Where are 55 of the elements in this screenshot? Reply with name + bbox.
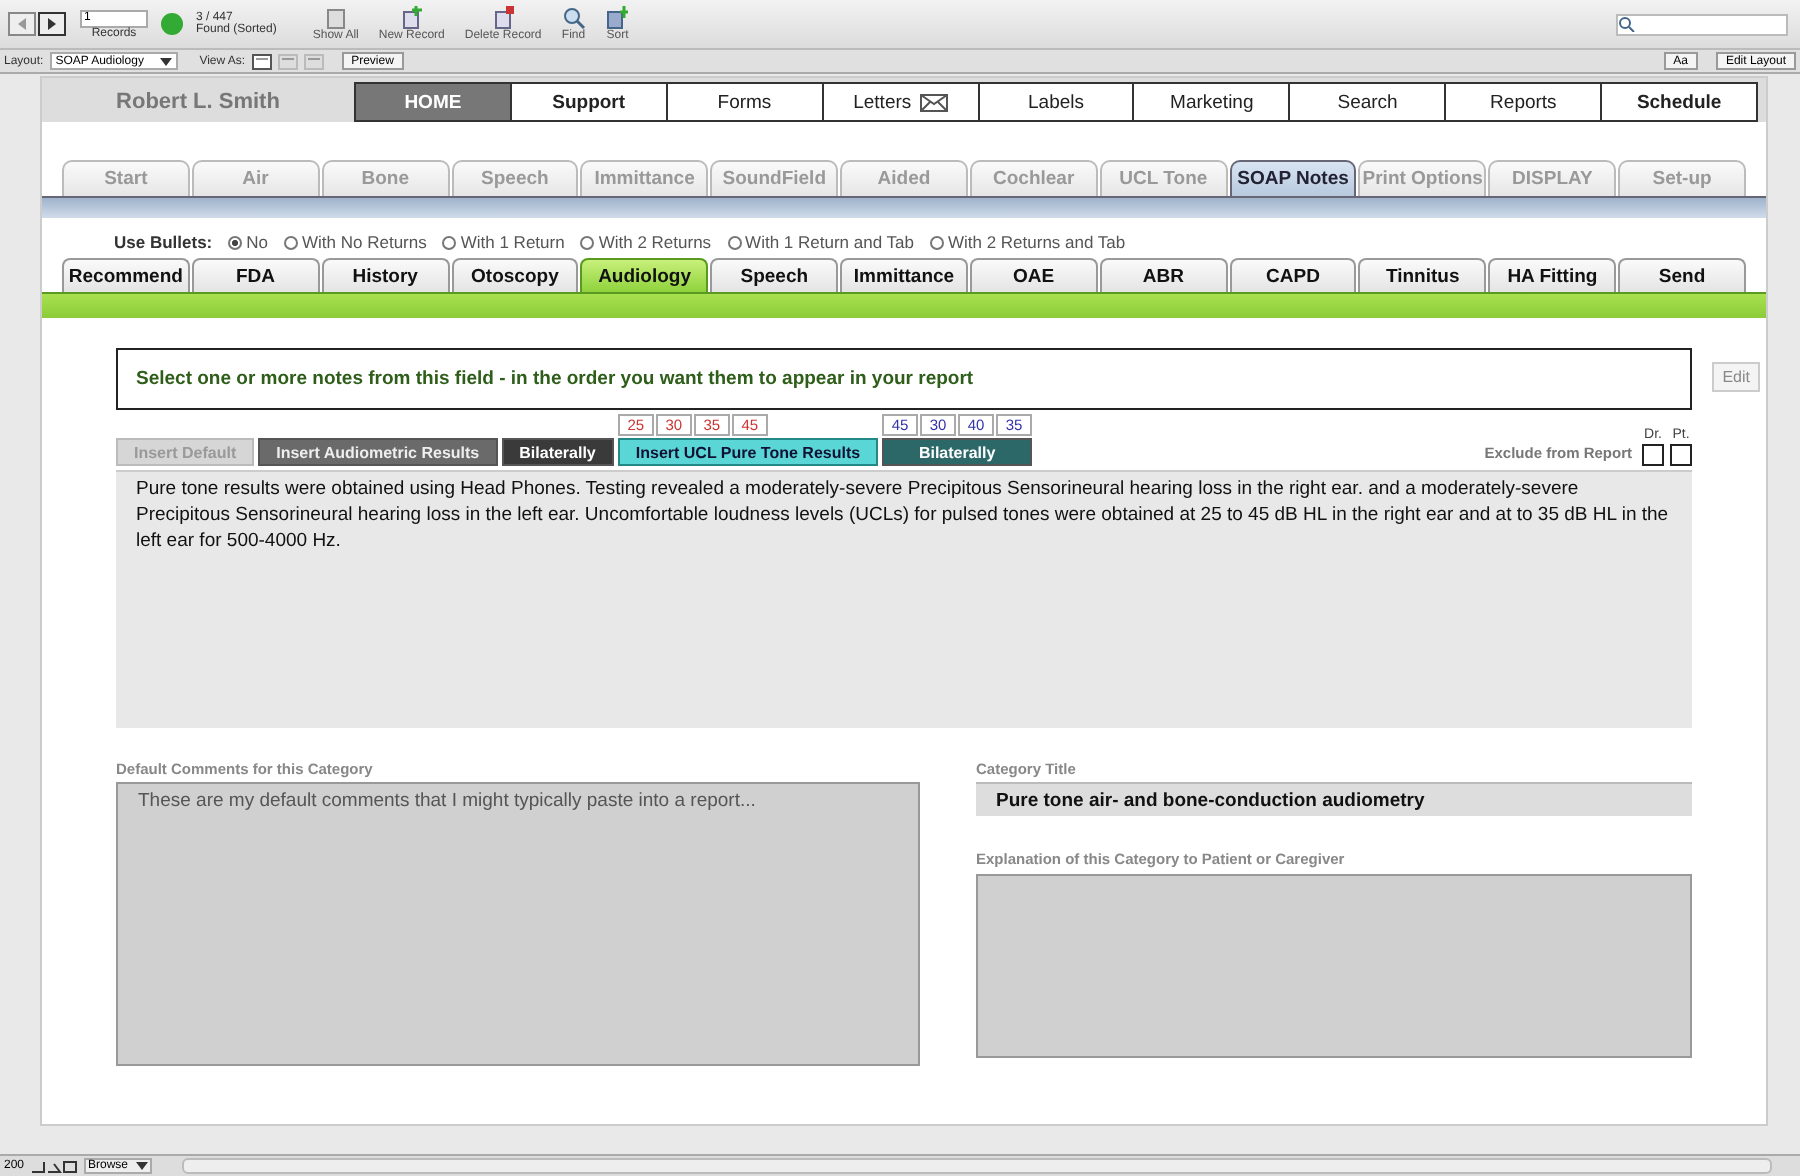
nav-tab[interactable]: HOME (356, 84, 512, 120)
default-comments-field[interactable]: These are my default comments that I might typically paste into a report... (116, 782, 920, 1066)
bullet-radio[interactable]: With 2 Returns (580, 232, 712, 252)
category-title-field[interactable]: Pure tone air- and bone-conduction audiometry (976, 782, 1692, 816)
category-tab[interactable]: HA Fitting (1488, 258, 1617, 292)
search-icon (1618, 16, 1638, 32)
category-tab[interactable]: Audiology (580, 258, 709, 292)
bullet-radio[interactable]: With No Returns (284, 232, 427, 252)
insert-button[interactable]: Bilaterally (501, 438, 614, 466)
category-tab[interactable]: Send (1618, 258, 1746, 292)
insert-button[interactable]: Insert Audiometric Results (258, 438, 498, 466)
use-bullets-label: Use Bullets: (114, 232, 213, 252)
caret-icon (136, 1162, 149, 1170)
nav-tab[interactable]: Letters (823, 84, 980, 120)
bullet-radio[interactable]: With 2 Returns and Tab (929, 232, 1126, 252)
record-navigation-icon[interactable] (8, 12, 68, 36)
nav-tab[interactable]: Labels (979, 84, 1135, 120)
category-tab[interactable]: History (321, 258, 450, 292)
instruction-banner: Select one or more notes from this field - in the order you want them to appear in your report (116, 348, 1692, 410)
category-tab[interactable]: Tinnitus (1358, 258, 1487, 292)
exclude-checkbox[interactable] (1670, 444, 1692, 466)
bullet-radio[interactable]: With 1 Return and Tab (727, 232, 914, 252)
bullet-radio[interactable]: With 1 Return (442, 232, 565, 252)
view-mode-button[interactable] (251, 53, 272, 69)
category-tab[interactable]: CAPD (1229, 258, 1357, 292)
document-icon (323, 6, 348, 30)
view-toggle-icon[interactable] (30, 1158, 79, 1174)
caret-icon (159, 57, 172, 65)
nav-tab[interactable]: Schedule (1602, 84, 1757, 120)
envelope-icon (919, 93, 948, 111)
category-tab[interactable]: ABR (1099, 258, 1228, 292)
category-tab[interactable]: Speech (710, 258, 839, 292)
test-tab[interactable]: SOAP Notes (1229, 160, 1357, 196)
nav-tab[interactable]: Reports (1446, 84, 1603, 120)
category-tab[interactable]: Immittance (840, 258, 968, 292)
category-tab[interactable]: Otoscopy (451, 258, 579, 292)
report-text-area[interactable]: Pure tone results were obtained using Head Phones. Testing revealed a moderately-severe Precipitous Sensorineural hearing loss in the right ear. and a moderately-severe Precipitous Sensorineural hearing loss in the left ear. Uncomfortable loudness levels (UCLs) for pulsed tones were obtained at 25 to 45 dB HL in the right ear and at to 35 dB HL in the left ear for 500-4000 Hz. (116, 470, 1692, 728)
category-tab[interactable]: Recommend (62, 258, 190, 292)
sort-icon (605, 6, 630, 30)
exclude-checkbox[interactable] (1642, 444, 1664, 466)
category-tab[interactable]: FDA (191, 258, 320, 292)
document-plus-icon (399, 6, 424, 30)
bullet-radio[interactable]: No (228, 232, 268, 252)
horizontal-scrollbar[interactable] (182, 1158, 1772, 1174)
explanation-field[interactable] (976, 874, 1692, 1058)
insert-button[interactable]: Insert UCL Pure Tone Results (617, 438, 879, 466)
category-tab[interactable]: OAE (969, 258, 1098, 292)
quick-find-field[interactable] (1616, 13, 1788, 35)
insert-button[interactable]: Bilaterally (882, 438, 1033, 466)
nav-tab[interactable]: Search (1290, 84, 1447, 120)
nav-tab[interactable]: Forms (667, 84, 824, 120)
document-minus-icon (491, 6, 516, 30)
nav-tab[interactable]: Marketing (1134, 84, 1291, 120)
search-icon (561, 6, 586, 30)
nav-tab[interactable]: Support (511, 84, 668, 120)
